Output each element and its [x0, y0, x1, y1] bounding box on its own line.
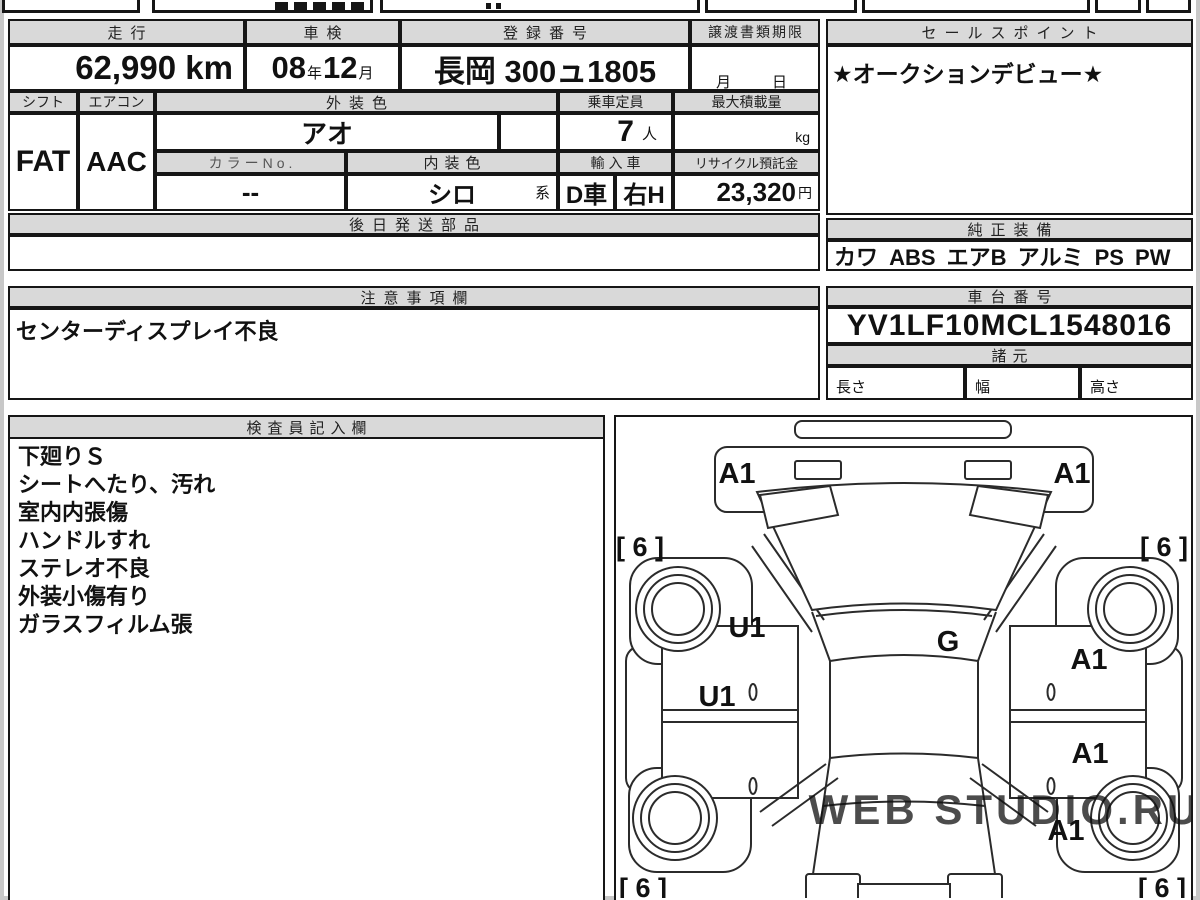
spec-length-cell: 長さ [826, 366, 965, 400]
wheel-fl [636, 567, 720, 651]
handle-value: 右H [615, 174, 673, 211]
grade-glass: G [937, 626, 960, 658]
aircon-value: AAC [78, 113, 155, 211]
mileage-header: 走行 [8, 19, 245, 45]
grade-front-right: A1 [1053, 458, 1090, 490]
headlight-right [965, 461, 1011, 479]
grade-door-fl: U1 [698, 681, 735, 713]
interior-color-header: 内装色 [346, 151, 558, 174]
inspector-notes: 下廻りＳ シートへたり、汚れ 室内内張傷 ハンドルすれ ステレオ不良 外装小傷有… [8, 439, 605, 900]
color-no-value: -- [155, 174, 346, 211]
scan-edge-right [1196, 0, 1200, 900]
grade-fender-fl: U1 [728, 612, 765, 644]
damage-diagram-box: WEB STUDIO.RU A1 A1 [ 6 ] [ 6 ] U1 U1 G … [614, 415, 1193, 900]
tire-grade-rl: [ 6 ] [619, 873, 667, 898]
front-strip [795, 421, 1011, 438]
inspector-header: 検査員記入欄 [8, 415, 605, 439]
chassis-value: YV1LF10MCL1548016 [826, 307, 1193, 344]
shift-value: FAT [8, 113, 78, 211]
inspector-note-line: ステレオ不良 [18, 555, 595, 583]
shaken-value: 08年 12月 [245, 45, 400, 91]
headlight-left [795, 461, 841, 479]
exterior-color-sub-cell [499, 113, 558, 151]
registration-value: 長岡 300ュ1805 [400, 45, 690, 91]
transfer-deadline-header: 譲渡書類期限 [690, 19, 820, 45]
tire-grade-fr: [ 6 ] [1140, 532, 1188, 562]
max-load-value: kg [673, 113, 820, 151]
exterior-color-value: アオ [155, 113, 499, 151]
wheel-rl [633, 776, 717, 860]
shaken-header: 車検 [245, 19, 400, 45]
wheel-fr [1088, 567, 1172, 651]
tire-grade-fl: [ 6 ] [616, 532, 664, 562]
interior-color-value: シロ 系 [346, 174, 558, 211]
later-parts-value [8, 235, 820, 271]
mileage-value: 62,990 km [8, 45, 245, 91]
cutoff-dots-remnant [486, 3, 491, 9]
import-header: 輸入車 [558, 151, 673, 174]
capacity-value: 7人 [558, 113, 673, 151]
aircon-header: エアコン [78, 91, 155, 113]
grade-quarter-rr: A1 [1047, 815, 1084, 847]
taillight-right [948, 874, 1002, 898]
chassis-header: 車台番号 [826, 286, 1193, 307]
import-value: D車 [558, 174, 615, 211]
cutoff-text-remnant [275, 2, 373, 10]
capacity-header: 乗車定員 [558, 91, 673, 113]
registration-header: 登録番号 [400, 19, 690, 45]
rear-bumper-bar [858, 884, 950, 898]
car-top-view: WEB STUDIO.RU A1 A1 [ 6 ] [ 6 ] U1 U1 G … [616, 417, 1191, 898]
equipment-header: 純正装備 [826, 218, 1193, 240]
max-load-header: 最大積載量 [673, 91, 820, 113]
equipment-value: カワ ABS エアB アルミ PS PW [826, 240, 1193, 271]
inspector-note-line: ハンドルすれ [18, 527, 595, 555]
inspector-note-line: 室内内張傷 [18, 499, 595, 527]
scan-edge-left [0, 0, 4, 900]
recycle-header: リサイクル預託金 [673, 151, 820, 174]
inspector-note-line: シートへたり、汚れ [18, 471, 595, 499]
notes-header: 注意事項欄 [8, 286, 820, 308]
recycle-value: 23,320円 [673, 174, 820, 211]
sales-point-value: ★オークションデビュー★ [826, 45, 1193, 215]
door-handle [750, 778, 757, 794]
later-parts-header: 後日発送部品 [8, 213, 820, 235]
door-handle [750, 684, 757, 700]
inspector-note-line: ガラスフィルム張 [18, 611, 595, 639]
taillight-left [806, 874, 860, 898]
inspector-note-line: 下廻りＳ [18, 443, 595, 471]
transfer-deadline-value: 月 日 [690, 45, 820, 91]
tire-grade-rr: [ 6 ] [1138, 873, 1186, 898]
grade-door-rr: A1 [1071, 738, 1108, 770]
spec-height-cell: 高さ [1080, 366, 1193, 400]
door-handle [1048, 684, 1055, 700]
shift-header: シフト [8, 91, 78, 113]
cabin-lines [812, 610, 996, 874]
grade-door-fr: A1 [1070, 644, 1107, 676]
watermark: WEB STUDIO.RU [809, 786, 1191, 833]
spec-width-cell: 幅 [965, 366, 1080, 400]
sales-point-header: セールスポイント [826, 19, 1193, 45]
color-no-header: カラーNo. [155, 151, 346, 174]
specs-header: 諸元 [826, 344, 1193, 366]
notes-value: センターディスプレイ不良 [8, 308, 820, 400]
inspector-note-line: 外装小傷有り [18, 583, 595, 611]
exterior-color-header: 外装色 [155, 91, 558, 113]
grade-front-left: A1 [718, 458, 755, 490]
